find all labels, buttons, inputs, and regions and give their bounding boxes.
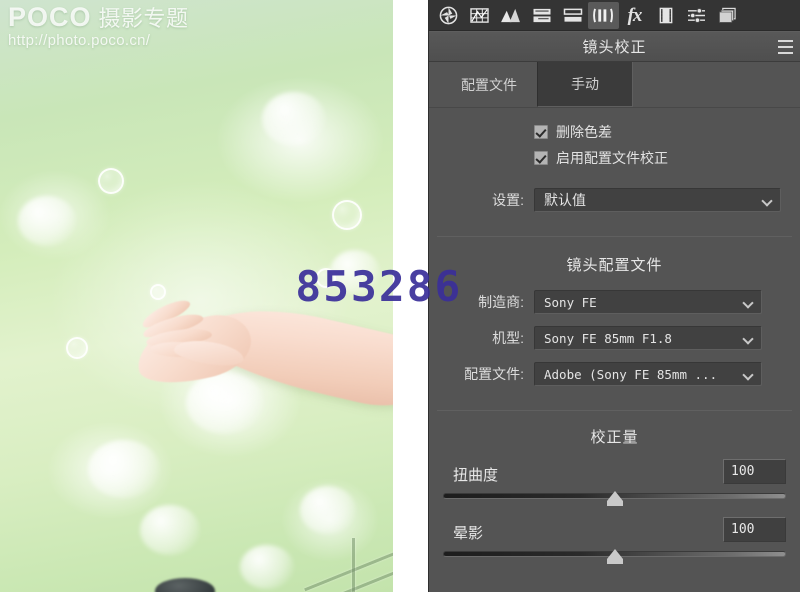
- railing-post: [352, 538, 355, 592]
- setup-dropdown[interactable]: 默认值: [534, 188, 781, 212]
- soap-bubble: [98, 168, 124, 194]
- panel-body: 删除色差 启用配置文件校正 设置: 默认值 镜头配置文件 制造商: Sony F…: [429, 108, 800, 592]
- page-title: 镜头校正: [582, 39, 647, 56]
- slider-distortion: 扭曲度 100: [443, 459, 786, 506]
- panel-tabs: 配置文件 手动: [429, 62, 800, 108]
- blurred-foreground-object: [155, 578, 215, 592]
- slider-vignetting: 晕影 100: [443, 517, 786, 564]
- manufacturer-label: 制造商:: [478, 294, 524, 310]
- checkbox-remove-chromatic-aberration[interactable]: 删除色差: [534, 122, 800, 142]
- manufacturer-value: Sony FE: [544, 294, 597, 310]
- photo-image[interactable]: POCO 摄影专题 http://photo.poco.cn/: [0, 0, 393, 592]
- menu-bar: [778, 40, 793, 42]
- presets-sliders-icon[interactable]: [681, 2, 712, 29]
- chevron-down-icon: [763, 197, 772, 203]
- thumb-triangle: [606, 491, 623, 501]
- model-value: Sony FE 85mm F1.8: [544, 330, 672, 346]
- slider-vignetting-label: 晕影: [453, 525, 484, 542]
- split-toning-icon[interactable]: [526, 2, 557, 29]
- poco-watermark: POCO 摄影专题 http://photo.poco.cn/: [8, 4, 189, 50]
- profile-value: Adobe (Sony FE 85mm ...: [544, 366, 718, 382]
- panel-toolbar: fx: [429, 0, 800, 31]
- tab-manual[interactable]: 手动: [537, 62, 633, 107]
- lens-correction-panel: fx 镜头校正 配置文件 手动 删除色差 启用配置文件校正 设置: 默认值 镜头…: [428, 0, 800, 592]
- bokeh-spot: [330, 250, 380, 294]
- tab-profile[interactable]: 配置文件: [441, 62, 537, 107]
- slider-vignetting-value[interactable]: 100: [723, 517, 786, 542]
- tab-manual-label: 手动: [571, 76, 599, 92]
- photo-preview-area[interactable]: POCO 摄影专题 http://photo.poco.cn/: [0, 0, 428, 592]
- slider-distortion-label: 扭曲度: [453, 467, 499, 484]
- setup-row: 设置: 默认值: [429, 188, 800, 212]
- bokeh-spot: [140, 505, 200, 555]
- soap-bubble: [316, 268, 336, 288]
- manufacturer-row: 制造商: Sony FE: [429, 290, 800, 314]
- thumb-triangle: [606, 549, 623, 559]
- hand-and-arm: [118, 291, 393, 460]
- bokeh-spot: [18, 196, 76, 246]
- tab-profile-label: 配置文件: [461, 76, 517, 93]
- manufacturer-dropdown[interactable]: Sony FE: [534, 290, 762, 314]
- chevron-down-icon: [744, 299, 753, 305]
- hamburger-menu-icon[interactable]: [778, 40, 793, 54]
- app-root: POCO 摄影专题 http://photo.poco.cn/ 853286 f…: [0, 0, 800, 592]
- detail-grid-icon[interactable]: [464, 2, 495, 29]
- watermark-topic: 摄影专题: [98, 6, 189, 31]
- effects-fx-icon[interactable]: fx: [619, 2, 650, 29]
- slider-distortion-track[interactable]: [443, 491, 786, 506]
- snapshots-layers-icon[interactable]: [712, 2, 743, 29]
- panel-title-bar: 镜头校正: [429, 31, 800, 62]
- film-strip-icon[interactable]: [650, 2, 681, 29]
- basic-aperture-icon[interactable]: [433, 2, 464, 29]
- slider-distortion-header: 扭曲度 100: [443, 459, 786, 491]
- railing-bar: [304, 539, 393, 592]
- slider-distortion-value[interactable]: 100: [723, 459, 786, 484]
- soap-bubble: [66, 337, 88, 359]
- profile-label: 配置文件:: [464, 366, 524, 382]
- railing: [300, 520, 393, 592]
- lens-profile-section-title: 镜头配置文件: [566, 257, 663, 274]
- profile-dropdown[interactable]: Adobe (Sony FE 85mm ...: [534, 362, 762, 386]
- menu-bar: [778, 46, 793, 48]
- bokeh-spot: [240, 545, 294, 589]
- thumb-base: [606, 501, 623, 506]
- setup-value: 默认值: [544, 192, 586, 208]
- chevron-down-icon: [744, 335, 753, 341]
- soap-bubble: [332, 200, 362, 230]
- lens-correction-icon[interactable]: [588, 1, 619, 29]
- checkbox-label: 启用配置文件校正: [556, 150, 668, 166]
- soap-bubble: [150, 284, 166, 300]
- menu-bar: [778, 52, 793, 54]
- model-row: 机型: Sony FE 85mm F1.8: [429, 326, 800, 350]
- tone-curve-icon[interactable]: [557, 2, 588, 29]
- profile-row: 配置文件: Adobe (Sony FE 85mm ...: [429, 362, 800, 386]
- chevron-down-icon: [744, 371, 753, 377]
- railing-bar: [321, 555, 393, 592]
- watermark-url: http://photo.poco.cn/: [8, 32, 151, 49]
- model-label: 机型:: [492, 330, 524, 346]
- model-dropdown[interactable]: Sony FE 85mm F1.8: [534, 326, 762, 350]
- slider-vignetting-track[interactable]: [443, 549, 786, 564]
- checkbox-box[interactable]: [534, 125, 548, 139]
- watermark-line-1: POCO 摄影专题: [8, 4, 189, 31]
- slider-vignetting-header: 晕影 100: [443, 517, 786, 549]
- photo-canvas-background: [393, 0, 428, 592]
- correction-amount-section-title: 校正量: [590, 429, 639, 446]
- section-divider: [437, 410, 792, 411]
- checkbox-label: 删除色差: [556, 124, 612, 140]
- checkbox-enable-profile-corrections[interactable]: 启用配置文件校正: [534, 148, 800, 168]
- section-divider: [437, 236, 792, 237]
- setup-label: 设置:: [492, 192, 524, 208]
- hsl-grayscale-icon[interactable]: [495, 2, 526, 29]
- thumb-base: [606, 559, 623, 564]
- bokeh-spot: [262, 92, 326, 146]
- checkbox-box[interactable]: [534, 151, 548, 165]
- watermark-brand: POCO: [8, 2, 92, 32]
- fx-glyph: fx: [627, 4, 643, 26]
